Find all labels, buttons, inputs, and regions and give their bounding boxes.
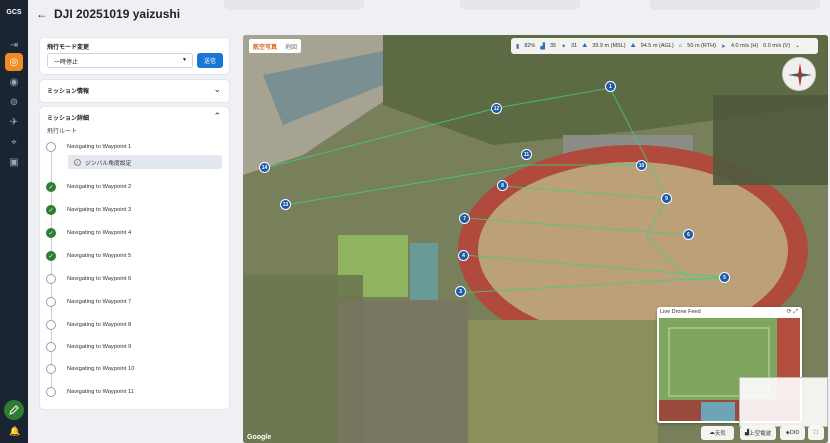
flight-mode-value: 一時停止 [54,60,79,66]
refresh-icon[interactable]: ⟳ [786,309,791,315]
back-arrow-icon[interactable]: ← [36,7,48,21]
waypoint-item[interactable]: Navigating to Waypoint 6 [46,273,131,285]
waypoint-item[interactable]: Navigating to Waypoint 9 [46,341,131,353]
waypoint-marker[interactable]: 8 [497,180,508,191]
compass-icon[interactable] [782,57,816,91]
compass-rose [788,63,812,87]
route-label: 飛行ルート [47,129,78,135]
chevron-down-icon: ▼ [182,57,187,63]
waypoint-marker[interactable]: 9 [661,193,672,204]
chevron-up-icon[interactable]: ⌃ [213,111,221,122]
check-icon: ✓ [46,251,56,261]
check-icon: ✓ [74,158,81,166]
check-icon: ✓ [46,205,56,215]
flight-mode-panel: 飛行モード変更 一時停止 ▼ 送信 [40,38,229,74]
mission-info-panel[interactable]: ミッション情報 ⌄ [40,80,229,102]
grid-icon[interactable]: ▣ [5,153,23,171]
chevron-down-icon[interactable]: ⌄ [795,43,800,49]
weather-button[interactable]: ☁ 天気 [701,426,734,440]
waypoint-marker[interactable]: 7 [459,213,470,224]
waypoint-marker[interactable]: 11 [521,149,532,160]
expand-icon[interactable]: ⤢ [793,309,798,315]
speed-icon: ➤ [720,43,726,50]
waypoint-marker[interactable]: 6 [683,229,694,240]
waypoint-marker[interactable]: 12 [491,103,502,114]
header: ← DJI 20251019 yaizushi [28,0,830,28]
status-dot [46,364,56,374]
check-icon: ✓ [46,182,56,192]
waypoint-marker[interactable]: 14 [259,162,270,173]
aircraft-icon[interactable]: ✈ [5,113,23,131]
waypoint-item[interactable]: Navigating to Waypoint 8 [46,319,131,331]
flight-mode-select[interactable]: 一時停止 ▼ [47,53,193,68]
pencil-icon [9,405,19,415]
overlay-panel [739,377,828,427]
status-dot [46,387,56,397]
map-view[interactable]: 航空写真 地図 ▮ 82% ▟ 35 ✦ 31 ⛰ 39.9 m (MSL) ⛰ 94.5… [243,35,828,443]
left-rail: GCS ⇥ ◎ ◉ ⊚ ✈ ⌖ ▣ 🔔 [0,0,28,443]
radar-icon[interactable]: ⊚ [5,93,23,111]
status-dot [46,320,56,330]
gimbal-action[interactable]: ✓ ジンバル角度設定 [68,155,222,169]
check-icon: ✓ [46,228,56,238]
waypoint-marker[interactable]: 5 [719,272,730,283]
altitude-icon: ⛰ [630,42,636,49]
status-dot [46,142,56,152]
mission-detail-label: ミッション詳細 [47,116,90,122]
satellite-tab[interactable]: 航空写真 [249,39,281,53]
status-dot [46,342,56,352]
home-icon: ⌂ [678,43,683,49]
waypoint-marker[interactable]: 3 [455,286,466,297]
altitude-icon: ⛰ [582,42,588,49]
google-logo: Google [247,434,272,441]
satellite-icon: ✦ [561,43,567,50]
map-pin-icon[interactable]: ⌖ [5,133,23,151]
radio-button[interactable]: ▟ 上空電波 [740,426,776,440]
send-button[interactable]: 送信 [197,53,223,68]
waypoint-item[interactable]: Navigating to Waypoint 1 [46,141,131,153]
waypoint-item[interactable]: ✓ Navigating to Waypoint 2 [46,181,131,193]
fullscreen-icon: ⛶ [814,429,818,436]
waypoint-marker[interactable]: 13 [280,199,291,210]
flight-mode-label: 飛行モード変更 [47,45,90,51]
battery-icon: ▮ [516,43,520,50]
app-logo: GCS [6,9,22,16]
feed-controls: ⟳ ⤢ [786,308,798,316]
did-button[interactable]: ◈ DID [780,426,805,440]
mission-info-label: ミッション情報 [47,89,90,95]
waypoint-marker[interactable]: 4 [458,250,469,261]
fullscreen-button[interactable]: ⛶ [808,426,824,440]
waypoint-item[interactable]: Navigating to Waypoint 7 [46,296,131,308]
waypoint-item[interactable]: Navigating to Waypoint 11 [46,386,134,398]
expand-icon[interactable]: ⇥ [5,36,23,54]
waypoint-item[interactable]: ✓ Navigating to Waypoint 5 [46,250,131,262]
feed-title: Live Drone Feed [660,309,701,315]
mission-detail-panel: ミッション詳細 ⌃ 飛行ルート Navigating to Waypoint 1… [40,107,229,409]
status-dot [46,274,56,284]
signal-icon: ▟ [540,43,545,50]
edit-button[interactable] [4,400,24,420]
waypoint-item[interactable]: ✓ Navigating to Waypoint 3 [46,204,131,216]
target-icon[interactable]: ◉ [5,73,23,91]
waypoint-item[interactable]: ✓ Navigating to Waypoint 4 [46,227,131,239]
telemetry-bar: ▮ 82% ▟ 35 ✦ 31 ⛰ 39.9 m (MSL) ⛰ 94.5 m (AGL)… [511,38,818,54]
page-title: DJI 20251019 yaizushi [54,7,181,21]
waypoint-marker[interactable]: 10 [636,160,647,171]
waypoint-item[interactable]: Navigating to Waypoint 10 [46,363,134,375]
drone-icon[interactable]: ◎ [5,53,23,71]
chevron-down-icon[interactable]: ⌄ [213,84,221,95]
waypoint-marker[interactable]: 1 [605,81,616,92]
map-type-toggle[interactable]: 航空写真 地図 [249,39,302,53]
status-dot [46,297,56,307]
map-tab[interactable]: 地図 [281,39,301,53]
bell-icon[interactable]: 🔔 [9,426,20,437]
